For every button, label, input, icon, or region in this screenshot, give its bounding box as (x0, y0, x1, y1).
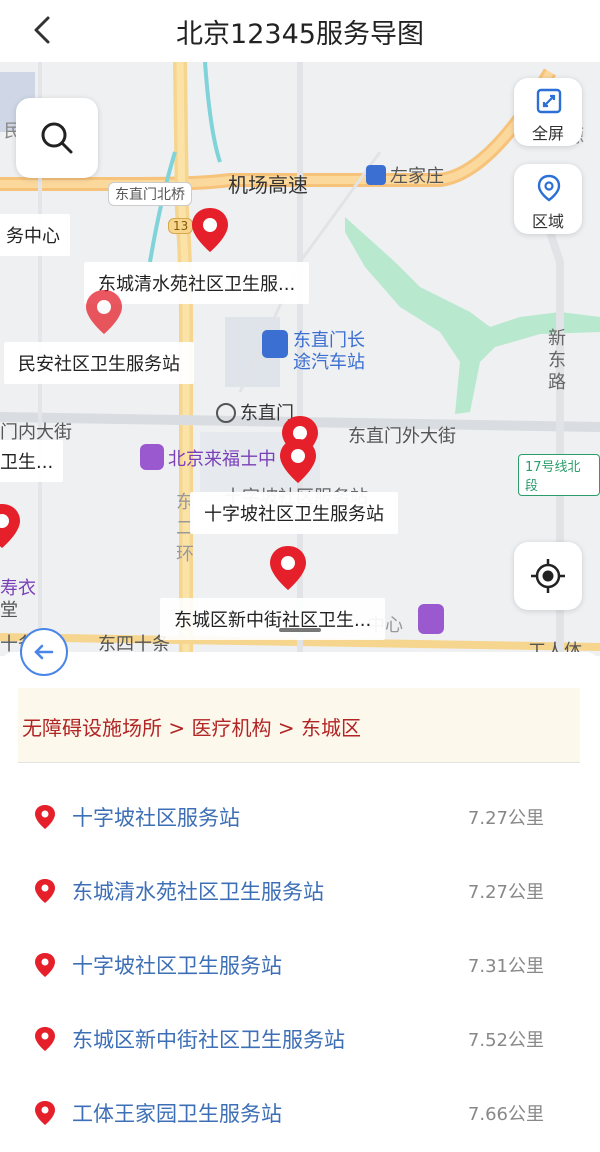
results-panel: 无障碍设施场所 > 医疗机构 > 东城区 十字坡社区服务站 7.27公里 东城清… (0, 628, 600, 1138)
label-metro-line17: 17号线北段 (518, 454, 600, 496)
breadcrumb: 无障碍设施场所 > 医疗机构 > 东城区 (18, 688, 580, 762)
poi-card-left-clipped[interactable]: 卫生... (0, 440, 64, 482)
label-xin-dong-lu: 新东路 (548, 328, 566, 393)
fullscreen-icon (536, 88, 562, 114)
map-pin-icon (35, 805, 55, 829)
label-dongzhimen-north-bridge: 东直门北桥 (108, 182, 192, 206)
poi-card-xinzhongjie[interactable]: 东城区新中街社区卫生... (160, 598, 386, 640)
result-name[interactable]: 十字坡社区服务站 (72, 802, 240, 832)
breadcrumb-text[interactable]: 无障碍设施场所 > 医疗机构 > 东城区 (22, 712, 361, 741)
map-pin-icon (35, 879, 55, 903)
result-item[interactable]: 东城区新中街社区卫生服务站 7.52公里 (0, 1004, 600, 1078)
result-item[interactable]: 十字坡社区服务站 7.27公里 (0, 782, 600, 856)
map-pin-icon[interactable] (84, 288, 124, 336)
result-item[interactable]: 工体王家园卫生服务站 7.66公里 (0, 1078, 600, 1152)
map-pin-icon[interactable] (190, 206, 230, 254)
result-distance: 7.66公里 (467, 1104, 544, 1125)
map-pin-icon[interactable] (268, 544, 308, 592)
fullscreen-button[interactable]: 全屏 (514, 78, 582, 146)
label-zuojiazhuang: 左家庄 (366, 162, 444, 188)
mall-icon (140, 444, 164, 470)
map-pin-icon (35, 1027, 55, 1051)
result-distance: 7.31公里 (467, 956, 544, 977)
result-item[interactable]: 东城清水苑社区卫生服务站 7.27公里 (0, 856, 600, 930)
bus-stop-icon (366, 165, 386, 185)
poi-card-shizipo-health[interactable]: 十字坡社区卫生服务站 (190, 492, 398, 534)
label-bus-station-line2: 途汽车站 (293, 352, 365, 373)
region-pin-icon (537, 174, 561, 202)
result-item[interactable]: 十字坡社区卫生服务站 7.31公里 (0, 930, 600, 1004)
drag-handle[interactable] (279, 628, 321, 632)
result-name[interactable]: 东城区新中街社区卫生服务站 (72, 1024, 345, 1054)
circle-back-icon (34, 644, 54, 660)
bus-station-icon (262, 330, 288, 358)
mall-icon (418, 604, 444, 634)
poi-card-left-clipped[interactable]: 务中心 (0, 214, 70, 256)
label-airport-expressway: 机场高速 (228, 173, 308, 197)
region-button[interactable]: 区域 (514, 164, 582, 234)
map-pin-icon (35, 1101, 55, 1125)
search-icon (41, 122, 73, 154)
poi-card-minan[interactable]: 民安社区卫生服务站 (4, 342, 194, 384)
top-bar: 北京12345服务导图 (0, 0, 600, 60)
result-distance: 7.27公里 (467, 882, 544, 903)
map-pin-icon (35, 953, 55, 977)
fullscreen-label: 全屏 (531, 124, 564, 143)
divider (18, 762, 580, 763)
locate-button[interactable] (514, 542, 582, 610)
collapse-button[interactable] (20, 628, 68, 676)
subway-icon (216, 403, 236, 423)
label-left-clipped: 堂 (0, 600, 18, 621)
result-name[interactable]: 东城清水苑社区卫生服务站 (72, 876, 324, 906)
label-dongzhimen-outer-street: 东直门外大街 (348, 426, 456, 447)
region-label: 区域 (531, 212, 564, 231)
page-title: 北京12345服务导图 (176, 19, 424, 50)
result-name[interactable]: 十字坡社区卫生服务站 (72, 950, 282, 980)
map-pin-icon[interactable] (278, 437, 318, 485)
result-distance: 7.27公里 (467, 808, 544, 829)
label-carrefour: 北京来福士中 (168, 449, 276, 470)
result-distance: 7.52公里 (467, 1030, 544, 1051)
result-name[interactable]: 工体王家园卫生服务站 (72, 1098, 282, 1128)
locate-icon (531, 559, 565, 593)
search-button[interactable] (16, 98, 98, 178)
map-view[interactable]: 机场高速 左家庄 东直门北桥 13 东直门长 途汽车站 新东路 东直门 东直门外… (0, 62, 600, 656)
map-pin-icon[interactable] (0, 502, 22, 550)
